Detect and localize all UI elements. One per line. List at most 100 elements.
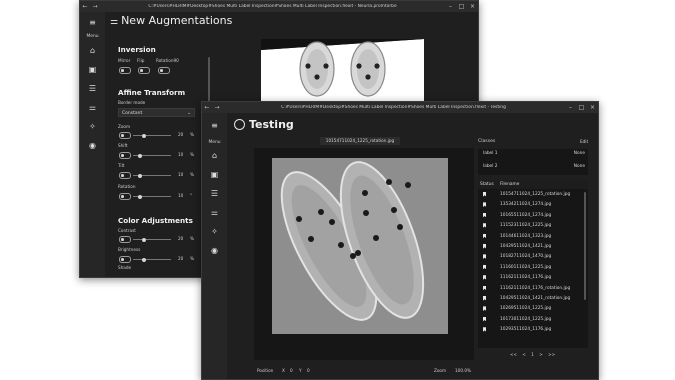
images-icon[interactable]: ▣ — [80, 65, 105, 75]
sliders-icon[interactable]: ⚌ — [202, 208, 227, 218]
close-icon[interactable]: × — [467, 3, 478, 10]
shift-value[interactable]: 10 — [178, 152, 183, 157]
class-state[interactable]: None — [574, 162, 585, 171]
maximize-icon[interactable]: □ — [456, 3, 467, 10]
prev-page-button[interactable]: < — [522, 352, 526, 357]
filename-column-header[interactable]: Filename — [500, 180, 519, 189]
color-adjustments-title: Color Adjustments — [118, 216, 193, 225]
file-list-row[interactable]: 11162111024_1176.jpg — [478, 273, 588, 282]
file-name: 11162111024_1176_rotation.jpg — [500, 285, 571, 291]
header-title-row: Testing — [234, 118, 294, 131]
maximize-icon[interactable]: □ — [576, 104, 587, 111]
home-icon[interactable]: ⌂ — [202, 151, 227, 161]
current-file-tab[interactable]: 10154711024_1225_rotation.jpg — [320, 137, 400, 145]
mirror-toggle[interactable] — [119, 67, 131, 74]
current-page: 1 — [531, 352, 534, 357]
location-pin-icon[interactable]: ◉ — [80, 141, 105, 151]
contrast-label: Contrast — [118, 228, 136, 233]
file-list-row[interactable]: 11162111024_1176_rotation.jpg — [478, 284, 588, 293]
rotation90-toggle[interactable] — [158, 67, 170, 74]
contrast-toggle[interactable] — [119, 236, 131, 243]
rotation-toggle[interactable] — [119, 193, 131, 200]
file-list-row[interactable]: 10269511024_1225.jpg — [478, 304, 588, 313]
minimize-icon[interactable]: – — [565, 104, 576, 111]
class-state[interactable]: None — [574, 149, 585, 158]
file-list-row[interactable]: 11152311024_1225.jpg — [478, 221, 588, 230]
close-icon[interactable]: × — [587, 104, 598, 111]
zoom-value[interactable]: 20 — [178, 132, 183, 137]
brightness-value[interactable]: 20 — [178, 256, 183, 261]
class-row[interactable]: label 2 None — [478, 162, 588, 171]
contrast-slider-thumb[interactable] — [142, 237, 146, 242]
file-list-row[interactable]: 10182711024_1470.jpg — [478, 252, 588, 261]
image-viewer[interactable] — [254, 148, 474, 360]
hamburger-menu-icon[interactable]: ≡ — [80, 18, 105, 28]
classes-title: Classes — [478, 139, 496, 144]
file-name: 11160111024_1225.jpg — [500, 264, 552, 270]
contrast-slider[interactable] — [133, 237, 171, 242]
sliders-icon[interactable]: ⚌ — [80, 103, 105, 113]
flip-label: Flip — [137, 58, 145, 63]
magic-wand-icon[interactable]: ✧ — [80, 122, 105, 132]
tilt-toggle[interactable] — [119, 172, 131, 179]
file-list-row[interactable]: 13534211024_1274.jpg — [478, 200, 588, 209]
tilt-slider-thumb[interactable] — [138, 173, 142, 178]
file-list-row[interactable]: 10429511024_1421.jpg — [478, 242, 588, 251]
zoom-slider[interactable] — [133, 133, 171, 138]
magic-wand-icon[interactable]: ✧ — [202, 227, 227, 237]
forward-arrow-icon[interactable]: → — [90, 3, 100, 10]
list-icon[interactable]: ☰ — [80, 84, 105, 94]
edit-classes-button[interactable]: Edit — [580, 139, 588, 144]
y-label: Y — [299, 368, 302, 373]
file-name: 10173011024_1225.jpg — [500, 316, 552, 322]
title-bar: ← → C:#Users#HLRIM#Desktop#Shoes Multi L… — [202, 102, 598, 113]
augment-scrollbar[interactable] — [208, 57, 210, 105]
minimize-icon[interactable]: – — [445, 3, 456, 10]
bookmark-icon — [483, 192, 487, 197]
shift-slider-thumb[interactable] — [138, 153, 142, 158]
brightness-toggle[interactable] — [119, 256, 131, 263]
tilt-slider[interactable] — [133, 173, 171, 178]
file-list-row[interactable]: 10293511024_1176.jpg — [478, 325, 588, 334]
bookmark-icon — [483, 306, 487, 311]
back-arrow-icon[interactable]: ← — [80, 3, 90, 10]
border-mode-value: Constant — [122, 111, 143, 116]
hamburger-menu-icon[interactable]: ≡ — [202, 121, 227, 131]
zoom-toggle[interactable] — [119, 132, 131, 139]
file-name: 11162111024_1176.jpg — [500, 275, 552, 281]
page-title: Testing — [249, 118, 294, 131]
tilt-value[interactable]: 10 — [178, 172, 183, 177]
list-icon[interactable]: ☰ — [202, 189, 227, 199]
last-page-button[interactable]: >> — [548, 352, 555, 357]
flip-toggle[interactable] — [138, 67, 150, 74]
file-list-scrollbar[interactable] — [584, 192, 586, 300]
zoom-unit: % — [190, 132, 194, 137]
file-list-row[interactable]: 10173011024_1225.jpg — [478, 315, 588, 324]
rotation-slider[interactable] — [133, 194, 171, 199]
back-arrow-icon[interactable]: ← — [202, 104, 212, 111]
shift-slider[interactable] — [133, 153, 171, 158]
location-pin-icon[interactable]: ◉ — [202, 246, 227, 256]
rotation-value[interactable]: 10 — [178, 193, 183, 198]
file-list-row[interactable]: 11160111024_1225.jpg — [478, 263, 588, 272]
file-list-header: Status Filename — [478, 180, 588, 190]
next-page-button[interactable]: > — [539, 352, 543, 357]
file-list-row[interactable]: 10144611024_1323.jpg — [478, 232, 588, 241]
status-column-header[interactable]: Status — [480, 180, 494, 189]
contrast-value[interactable]: 20 — [178, 236, 183, 241]
file-list-row[interactable]: 10154711024_1225_rotation.jpg — [478, 190, 588, 199]
file-list-row[interactable]: 10429511024_1421_rotation.jpg — [478, 294, 588, 303]
first-page-button[interactable]: << — [510, 352, 517, 357]
zoom-slider-thumb[interactable] — [142, 133, 146, 138]
brightness-slider[interactable] — [133, 257, 171, 262]
home-icon[interactable]: ⌂ — [80, 46, 105, 56]
file-list-row[interactable]: 10165511024_1274.jpg — [478, 211, 588, 220]
border-mode-select[interactable]: Constant ⌄ — [118, 108, 195, 117]
tilt-label: Tilt — [118, 163, 125, 168]
rotation-slider-thumb[interactable] — [138, 194, 142, 199]
shift-toggle[interactable] — [119, 152, 131, 159]
images-icon[interactable]: ▣ — [202, 170, 227, 180]
forward-arrow-icon[interactable]: → — [212, 104, 222, 111]
brightness-slider-thumb[interactable] — [142, 257, 146, 262]
class-row[interactable]: label 1 None — [478, 149, 588, 158]
